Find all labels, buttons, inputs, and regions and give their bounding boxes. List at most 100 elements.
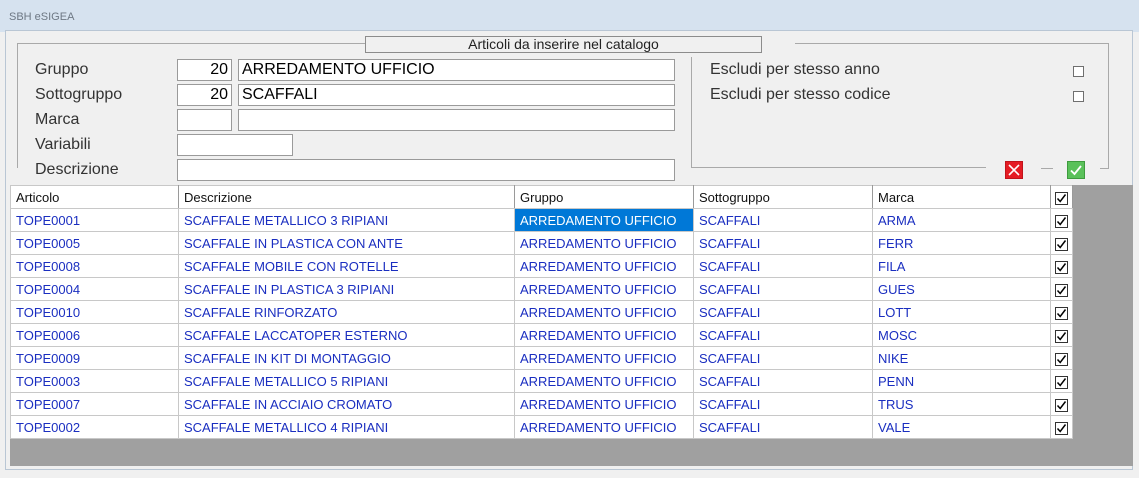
- cell-descrizione[interactable]: SCAFFALE IN ACCIAIO CROMATO: [178, 392, 515, 416]
- column-header-articolo[interactable]: Articolo: [10, 185, 179, 209]
- cell-select[interactable]: [1050, 323, 1073, 347]
- cell-descrizione[interactable]: SCAFFALE LACCATOPER ESTERNO: [178, 323, 515, 347]
- row-checkbox[interactable]: [1055, 352, 1068, 366]
- row-checkbox[interactable]: [1055, 329, 1068, 343]
- cell-marca[interactable]: ARMA: [872, 208, 1051, 232]
- cell-sottogruppo[interactable]: SCAFFALI: [693, 277, 873, 301]
- cell-articolo[interactable]: TOPE0002: [10, 415, 179, 439]
- marca-description-field[interactable]: [238, 109, 675, 131]
- marca-code-field[interactable]: [177, 109, 232, 131]
- cell-select[interactable]: [1050, 300, 1073, 324]
- cell-marca[interactable]: PENN: [872, 369, 1051, 393]
- cell-marca[interactable]: MOSC: [872, 323, 1051, 347]
- cell-descrizione[interactable]: SCAFFALE METALLICO 3 RIPIANI: [178, 208, 515, 232]
- cell-select[interactable]: [1050, 392, 1073, 416]
- cell-gruppo[interactable]: ARREDAMENTO UFFICIO: [514, 346, 694, 370]
- cell-marca[interactable]: LOTT: [872, 300, 1051, 324]
- cell-select[interactable]: [1050, 277, 1073, 301]
- cell-marca[interactable]: FERR: [872, 231, 1051, 255]
- variabili-field[interactable]: [177, 134, 293, 156]
- cell-descrizione[interactable]: SCAFFALE IN PLASTICA 3 RIPIANI: [178, 277, 515, 301]
- column-header-descrizione[interactable]: Descrizione: [178, 185, 515, 209]
- cell-sottogruppo[interactable]: SCAFFALI: [693, 208, 873, 232]
- cell-descrizione[interactable]: SCAFFALE RINFORZATO: [178, 300, 515, 324]
- cell-descrizione[interactable]: SCAFFALE MOBILE CON ROTELLE: [178, 254, 515, 278]
- cell-articolo[interactable]: TOPE0004: [10, 277, 179, 301]
- table-row[interactable]: TOPE0008 SCAFFALE MOBILE CON ROTELLE ARRED…: [10, 254, 1073, 278]
- row-checkbox[interactable]: [1055, 306, 1068, 320]
- cell-marca[interactable]: FILA: [872, 254, 1051, 278]
- cell-sottogruppo[interactable]: SCAFFALI: [693, 415, 873, 439]
- cell-sottogruppo[interactable]: SCAFFALI: [693, 392, 873, 416]
- descrizione-field[interactable]: [177, 159, 675, 181]
- escludi-anno-checkbox[interactable]: [1073, 66, 1084, 77]
- cell-gruppo[interactable]: ARREDAMENTO UFFICIO: [514, 392, 694, 416]
- table-row[interactable]: TOPE0006 SCAFFALE LACCATOPER ESTERNO ARRED…: [10, 323, 1073, 347]
- column-header-marca[interactable]: Marca: [872, 185, 1051, 209]
- column-header-sottogruppo[interactable]: Sottogruppo: [693, 185, 873, 209]
- cell-sottogruppo[interactable]: SCAFFALI: [693, 231, 873, 255]
- cell-select[interactable]: [1050, 254, 1073, 278]
- cell-select[interactable]: [1050, 346, 1073, 370]
- cell-articolo[interactable]: TOPE0006: [10, 323, 179, 347]
- variabili-label: Variabili: [35, 136, 91, 153]
- cell-descrizione[interactable]: SCAFFALE IN PLASTICA CON ANTE: [178, 231, 515, 255]
- table-row[interactable]: TOPE0005 SCAFFALE IN PLASTICA CON ANTE ARR…: [10, 231, 1073, 255]
- cell-articolo[interactable]: TOPE0010: [10, 300, 179, 324]
- row-checkbox[interactable]: [1055, 421, 1068, 435]
- cell-gruppo[interactable]: ARREDAMENTO UFFICIO: [514, 231, 694, 255]
- cell-articolo[interactable]: TOPE0005: [10, 231, 179, 255]
- cell-sottogruppo[interactable]: SCAFFALI: [693, 346, 873, 370]
- cell-descrizione[interactable]: SCAFFALE METALLICO 4 RIPIANI: [178, 415, 515, 439]
- cell-select[interactable]: [1050, 208, 1073, 232]
- cell-marca[interactable]: NIKE: [872, 346, 1051, 370]
- cell-articolo[interactable]: TOPE0003: [10, 369, 179, 393]
- cell-articolo[interactable]: TOPE0008: [10, 254, 179, 278]
- cell-marca[interactable]: GUES: [872, 277, 1051, 301]
- table-row[interactable]: TOPE0009 SCAFFALE IN KIT DI MONTAGGIO ARRE…: [10, 346, 1073, 370]
- cell-gruppo[interactable]: ARREDAMENTO UFFICIO: [514, 369, 694, 393]
- select-all-checkbox[interactable]: [1055, 191, 1068, 205]
- cell-sottogruppo[interactable]: SCAFFALI: [693, 254, 873, 278]
- table-row[interactable]: TOPE0007 SCAFFALE IN ACCIAIO CROMATO ARRED…: [10, 392, 1073, 416]
- cell-gruppo[interactable]: ARREDAMENTO UFFICIO: [514, 415, 694, 439]
- cell-descrizione[interactable]: SCAFFALE METALLICO 5 RIPIANI: [178, 369, 515, 393]
- cell-select[interactable]: [1050, 415, 1073, 439]
- table-row[interactable]: TOPE0001 SCAFFALE METALLICO 3 RIPIANI ARRE…: [10, 208, 1073, 232]
- cancel-button[interactable]: [1005, 161, 1023, 179]
- cell-articolo[interactable]: TOPE0001: [10, 208, 179, 232]
- cell-select[interactable]: [1050, 369, 1073, 393]
- row-checkbox[interactable]: [1055, 375, 1068, 389]
- cell-marca[interactable]: VALE: [872, 415, 1051, 439]
- sottogruppo-description-field[interactable]: SCAFFALI: [238, 84, 675, 106]
- cell-gruppo[interactable]: ARREDAMENTO UFFICIO: [514, 277, 694, 301]
- row-checkbox[interactable]: [1055, 237, 1068, 251]
- cell-gruppo[interactable]: ARREDAMENTO UFFICIO: [514, 300, 694, 324]
- cell-select[interactable]: [1050, 231, 1073, 255]
- cell-marca[interactable]: TRUS: [872, 392, 1051, 416]
- cell-articolo[interactable]: TOPE0009: [10, 346, 179, 370]
- cell-sottogruppo[interactable]: SCAFFALI: [693, 300, 873, 324]
- row-checkbox[interactable]: [1055, 260, 1068, 274]
- table-row[interactable]: TOPE0010 SCAFFALE RINFORZATO ARREDAMENTO U…: [10, 300, 1073, 324]
- select-all-cell[interactable]: [1050, 185, 1073, 209]
- gruppo-description-field[interactable]: ARREDAMENTO UFFICIO: [238, 59, 675, 81]
- column-header-gruppo[interactable]: Gruppo: [514, 185, 694, 209]
- sottogruppo-code-field[interactable]: 20: [177, 84, 232, 106]
- cell-sottogruppo[interactable]: SCAFFALI: [693, 323, 873, 347]
- cell-gruppo[interactable]: ARREDAMENTO UFFICIO: [514, 254, 694, 278]
- table-row[interactable]: TOPE0002 SCAFFALE METALLICO 4 RIPIANI ARRE…: [10, 415, 1073, 439]
- confirm-button[interactable]: [1067, 161, 1085, 179]
- row-checkbox[interactable]: [1055, 283, 1068, 297]
- table-row[interactable]: TOPE0003 SCAFFALE METALLICO 5 RIPIANI ARRE…: [10, 369, 1073, 393]
- cell-articolo[interactable]: TOPE0007: [10, 392, 179, 416]
- escludi-codice-checkbox[interactable]: [1073, 91, 1084, 102]
- table-row[interactable]: TOPE0004 SCAFFALE IN PLASTICA 3 RIPIANI AR…: [10, 277, 1073, 301]
- row-checkbox[interactable]: [1055, 214, 1068, 228]
- cell-gruppo[interactable]: ARREDAMENTO UFFICIO: [514, 208, 694, 232]
- cell-gruppo[interactable]: ARREDAMENTO UFFICIO: [514, 323, 694, 347]
- gruppo-code-field[interactable]: 20: [177, 59, 232, 81]
- row-checkbox[interactable]: [1055, 398, 1068, 412]
- cell-sottogruppo[interactable]: SCAFFALI: [693, 369, 873, 393]
- cell-descrizione[interactable]: SCAFFALE IN KIT DI MONTAGGIO: [178, 346, 515, 370]
